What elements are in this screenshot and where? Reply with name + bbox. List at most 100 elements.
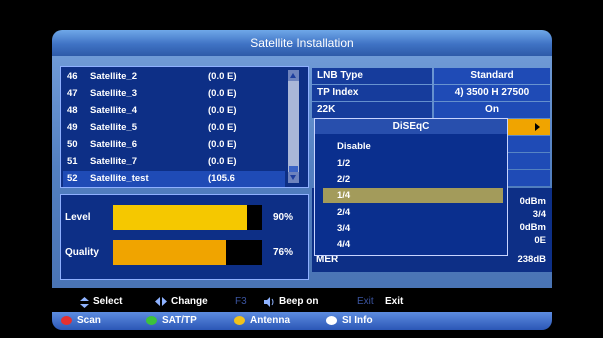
satellite-position: (0.0 E) <box>208 105 237 116</box>
satellite-position: (0.0 E) <box>208 156 237 167</box>
tv-screen: Satellite Installation 46 Satellite_2 (0… <box>0 0 603 338</box>
satellite-name: Satellite_7 <box>90 156 137 167</box>
satellite-name: Satellite_4 <box>90 105 137 116</box>
satellite-number: 51 <box>67 156 78 167</box>
color-button-bar: Scan SAT/TP Antenna SI Info <box>52 312 552 330</box>
diseqc-option-label: 1/4 <box>337 190 351 201</box>
help-exit-label: Exit <box>385 296 404 307</box>
list-scrollbar[interactable] <box>288 70 299 183</box>
exit-key-label: Exit <box>357 296 374 307</box>
satellite-number: 47 <box>67 88 78 99</box>
diseqc-option-selected[interactable]: 1/4 <box>323 188 503 203</box>
sattp-button[interactable]: SAT/TP <box>146 315 197 326</box>
level-bar <box>113 205 262 230</box>
help-select-label: Select <box>93 296 123 307</box>
scroll-down-arrow-icon[interactable] <box>288 172 299 183</box>
level-percent: 90% <box>273 212 294 223</box>
tech-value-2: 3/4 <box>532 209 546 220</box>
satellite-row[interactable]: 46 Satellite_2 (0.0 E) <box>63 69 285 85</box>
help-select: Select <box>80 296 123 308</box>
diseqc-popup: DiSEqC Disable 1/2 2/2 1/4 2/4 3/4 4/4 <box>314 118 508 256</box>
scroll-up-arrow-icon[interactable] <box>288 70 299 81</box>
antenna-button-label: Antenna <box>250 315 290 326</box>
help-change-label: Change <box>171 296 208 307</box>
satellite-number: 46 <box>67 71 78 82</box>
diseqc-option[interactable]: 3/4 <box>323 221 503 236</box>
sattp-button-label: SAT/TP <box>162 315 197 326</box>
satellite-number: 48 <box>67 105 78 116</box>
satellite-row-selected[interactable]: 52 Satellite_test (105.6 <box>63 171 285 187</box>
signal-panel: Level 90% Quality 76% <box>60 194 309 280</box>
diseqc-option[interactable]: 1/2 <box>323 156 503 171</box>
satellite-name: Satellite_test <box>90 173 149 184</box>
arrow-right-icon <box>535 123 540 131</box>
satellite-name: Satellite_3 <box>90 88 137 99</box>
satellite-position: (0.0 E) <box>208 122 237 133</box>
satellite-number: 52 <box>67 173 78 184</box>
lnb-type-value[interactable]: Standard <box>434 68 550 84</box>
window-title: Satellite Installation <box>52 30 552 56</box>
satellite-name: Satellite_5 <box>90 122 137 133</box>
satellite-row[interactable]: 50 Satellite_6 (0.0 E) <box>63 137 285 153</box>
si-info-button-label: SI Info <box>342 315 373 326</box>
satellite-number: 49 <box>67 122 78 133</box>
help-change: Change <box>155 296 208 307</box>
22k-label: 22K <box>312 102 432 118</box>
white-button-icon <box>326 316 337 325</box>
satellite-name: Satellite_6 <box>90 139 137 150</box>
diseqc-option-label: Disable <box>337 141 371 152</box>
tp-index-value[interactable]: 4) 3500 H 27500 <box>434 85 550 101</box>
diseqc-option[interactable]: 4/4 <box>323 237 503 252</box>
scan-button-label: Scan <box>77 315 101 326</box>
help-bar: Select Change F3 Beep on Exit Exit <box>52 293 552 311</box>
diseqc-option[interactable]: Disable <box>323 139 503 154</box>
tp-index-row[interactable]: TP Index 4) 3500 H 27500 <box>312 85 550 101</box>
22k-row[interactable]: 22K On <box>312 102 550 118</box>
antenna-button[interactable]: Antenna <box>234 315 290 326</box>
mer-value: 238dB <box>517 254 546 265</box>
satellite-number: 50 <box>67 139 78 150</box>
tp-index-label: TP Index <box>312 85 432 101</box>
22k-value[interactable]: On <box>434 102 550 118</box>
satellite-name: Satellite_2 <box>90 71 137 82</box>
quality-bar <box>113 240 262 265</box>
diseqc-option-label: 4/4 <box>337 239 351 250</box>
tech-value-4: 0E <box>534 235 546 246</box>
satellite-position: (0.0 E) <box>208 139 237 150</box>
diseqc-option[interactable]: 2/4 <box>323 205 503 220</box>
diseqc-option-label: 1/2 <box>337 158 351 169</box>
satellite-position: (0.0 E) <box>208 71 237 82</box>
up-down-arrows-icon <box>80 297 89 308</box>
diseqc-option-label: 2/2 <box>337 174 351 185</box>
lnb-type-row[interactable]: LNB Type Standard <box>312 68 550 84</box>
help-beep-label: Beep on <box>279 296 319 307</box>
quality-label: Quality <box>65 247 99 258</box>
satellite-row[interactable]: 48 Satellite_4 (0.0 E) <box>63 103 285 119</box>
level-bar-fill <box>113 205 248 230</box>
diseqc-option-label: 3/4 <box>337 223 351 234</box>
satellite-position: (0.0 E) <box>208 88 237 99</box>
si-info-button[interactable]: SI Info <box>326 315 373 326</box>
help-beep: Beep on <box>264 296 318 307</box>
tech-value-1: 0dBm <box>519 196 546 207</box>
satellite-row[interactable]: 47 Satellite_3 (0.0 E) <box>63 86 285 102</box>
diseqc-option-label: 2/4 <box>337 207 351 218</box>
left-right-arrows-icon <box>155 297 167 306</box>
diseqc-option[interactable]: 2/2 <box>323 172 503 187</box>
satellite-row[interactable]: 49 Satellite_5 (0.0 E) <box>63 120 285 136</box>
green-button-icon <box>146 316 157 325</box>
quality-bar-fill <box>113 240 227 265</box>
satellite-position: (105.6 <box>208 173 235 184</box>
satellite-list: 46 Satellite_2 (0.0 E) 47 Satellite_3 (0… <box>60 66 309 188</box>
lnb-type-label: LNB Type <box>312 68 432 84</box>
scan-button[interactable]: Scan <box>61 315 101 326</box>
f3-key-label: F3 <box>235 296 247 307</box>
tech-value-3: 0dBm <box>519 222 546 233</box>
yellow-button-icon <box>234 316 245 325</box>
speaker-icon <box>264 297 275 307</box>
level-label: Level <box>65 212 91 223</box>
diseqc-title: DiSEqC <box>315 119 507 134</box>
quality-percent: 76% <box>273 247 294 258</box>
satellite-row[interactable]: 51 Satellite_7 (0.0 E) <box>63 154 285 170</box>
red-button-icon <box>61 316 72 325</box>
